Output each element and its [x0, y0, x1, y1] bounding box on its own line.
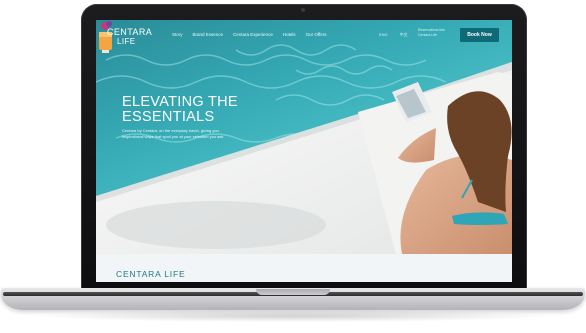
nav-item-hotels[interactable]: Hotels — [283, 32, 296, 37]
logo-line-2: LIFE — [117, 37, 136, 46]
logo-line-1: CENTARA — [107, 27, 153, 37]
language-switcher: ENG 中文 — [379, 32, 420, 38]
website-viewport: CENTARA LIFE Story Brand Essence Centara… — [96, 20, 512, 282]
section-title: CENTARA LIFE — [116, 269, 186, 279]
book-now-button[interactable]: Book Now — [460, 28, 499, 42]
brand-logo[interactable]: CENTARA LIFE — [107, 27, 153, 47]
hero-body-text: Centara by Centara: on the everyday trav… — [122, 128, 225, 139]
nav-item-brand-essence[interactable]: Brand Essence — [193, 32, 224, 37]
hero-headline: Elevating the Essentials — [122, 94, 238, 125]
lang-eng-link[interactable]: ENG — [379, 32, 388, 38]
laptop-mockup: CENTARA LIFE Story Brand Essence Centara… — [0, 0, 586, 333]
nav-item-story[interactable]: Story — [172, 32, 183, 37]
laptop-lid-notch — [256, 289, 330, 295]
webcam — [301, 8, 305, 12]
reservation-contact[interactable]: Reservations line Centara Life — [418, 28, 456, 38]
nav-item-centara-experience[interactable]: Centara Experience — [233, 32, 273, 37]
main-menu: Story Brand Essence Centara Experience H… — [172, 32, 337, 37]
site-header: CENTARA LIFE Story Brand Essence Centara… — [96, 20, 512, 50]
lang-chinese-link[interactable]: 中文 — [400, 32, 408, 38]
laptop-shadow — [30, 310, 556, 322]
nav-item-our-offers[interactable]: Our Offers — [306, 32, 327, 37]
